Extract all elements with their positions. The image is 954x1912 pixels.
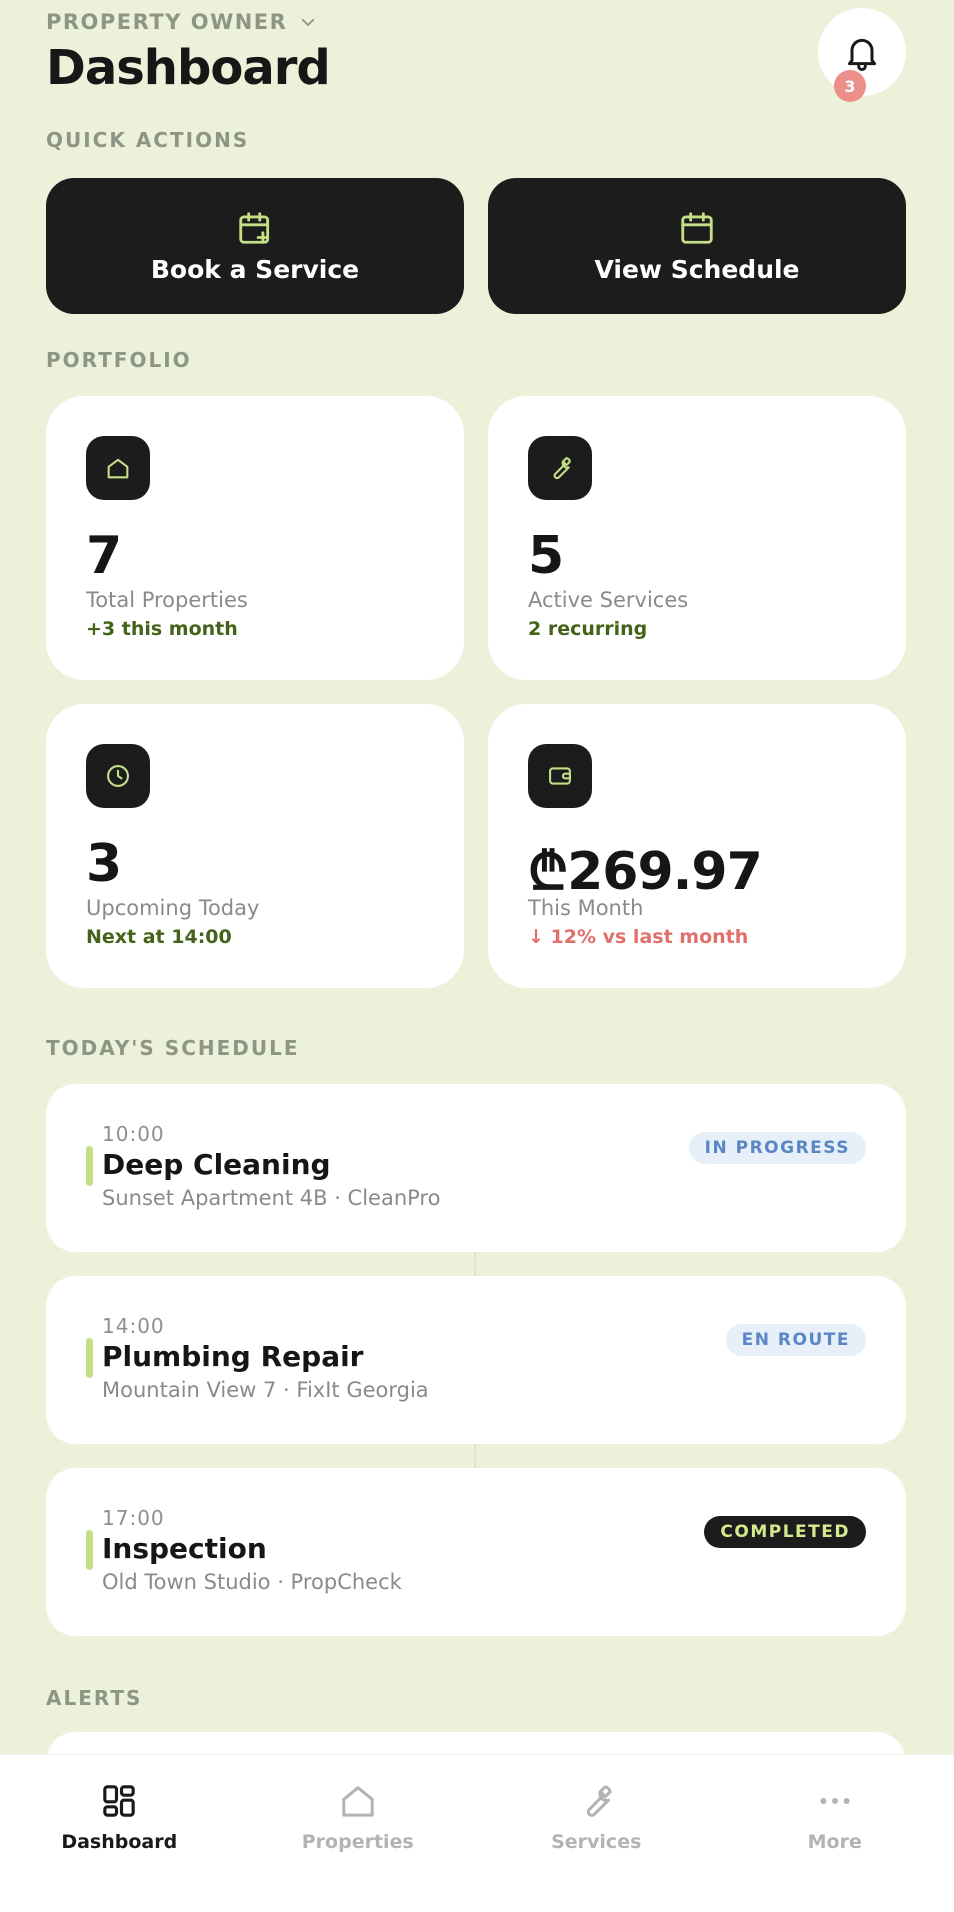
view-schedule-label: View Schedule [594, 254, 800, 284]
stat-sub: Next at 14:00 [86, 926, 232, 948]
stat-label: This Month [528, 896, 644, 920]
stat-label: Upcoming Today [86, 896, 260, 920]
page-title: Dashboard [46, 40, 331, 96]
nav-item-properties[interactable]: Properties [239, 1755, 478, 1912]
stat-icon-box [86, 744, 150, 808]
wallet-icon [549, 767, 571, 785]
nav-item-dashboard[interactable]: Dashboard [0, 1755, 239, 1912]
view-schedule-button[interactable]: View Schedule [488, 178, 906, 314]
nav-label: Properties [301, 1831, 414, 1853]
schedule-time: 17:00 [102, 1506, 165, 1530]
schedule-subtitle: Mountain View 7 · FixIt Georgia [102, 1378, 429, 1402]
book-service-button[interactable]: Book a Service [46, 178, 464, 314]
wrench-icon [553, 457, 571, 480]
role-label: PROPERTY OWNER [46, 10, 288, 34]
stat-label: Total Properties [86, 588, 248, 612]
calendar-plus-icon [239, 211, 270, 244]
schedule-subtitle: Sunset Apartment 4B · CleanPro [102, 1186, 441, 1210]
nav-item-services[interactable]: Services [477, 1755, 716, 1912]
notification-count-badge: 3 [834, 70, 866, 102]
section-label-alerts: ALERTS [46, 1686, 143, 1710]
bottom-nav: Dashboard Properties Services More [0, 1754, 954, 1912]
clock-icon [107, 765, 129, 787]
schedule-accent-bar [86, 1530, 93, 1570]
calendar-icon [681, 211, 713, 244]
book-service-label: Book a Service [150, 254, 360, 284]
wrench-icon [587, 1785, 612, 1817]
stat-card-active-services[interactable]: 5 Active Services 2 recurring [488, 396, 906, 680]
status-badge: EN ROUTE [725, 1324, 866, 1356]
home-icon [107, 458, 129, 479]
nav-label: More [807, 1831, 862, 1853]
schedule-title: Inspection [102, 1532, 267, 1565]
schedule-time: 10:00 [102, 1122, 165, 1146]
schedule-title: Deep Cleaning [102, 1148, 331, 1181]
schedule-subtitle: Old Town Studio · PropCheck [102, 1570, 402, 1594]
schedule-accent-bar [86, 1146, 93, 1186]
stat-icon-box [86, 436, 150, 500]
stat-sub: +3 this month [86, 618, 238, 640]
stat-icon-box [528, 744, 592, 808]
stat-sub: 2 recurring [528, 618, 648, 640]
dashboard-screen: PROPERTY OWNER Dashboard 3 QUICK ACTIONS… [0, 0, 954, 1912]
home-icon [342, 1786, 374, 1817]
bell-icon [848, 38, 876, 71]
schedule-time: 14:00 [102, 1314, 165, 1338]
stat-icon-box [528, 436, 592, 500]
nav-item-more[interactable]: More [716, 1755, 954, 1912]
nav-label: Dashboard [61, 1831, 178, 1853]
stat-card-upcoming-today[interactable]: 3 Upcoming Today Next at 14:00 [46, 704, 464, 988]
stat-card-total-properties[interactable]: 7 Total Properties +3 this month [46, 396, 464, 680]
header: PROPERTY OWNER Dashboard [46, 10, 331, 96]
stat-value: 3 [86, 834, 122, 894]
grid-icon [103, 1785, 135, 1817]
schedule-accent-bar [86, 1338, 93, 1378]
section-label-quick-actions: QUICK ACTIONS [46, 128, 250, 152]
stat-card-this-month[interactable]: ₾269.97 This Month ↓ 12% vs last month [488, 704, 906, 988]
section-label-portfolio: PORTFOLIO [46, 348, 192, 372]
stat-label: Active Services [528, 588, 689, 612]
status-badge: COMPLETED [704, 1516, 866, 1548]
stat-value: 5 [528, 526, 564, 586]
role-switcher[interactable]: PROPERTY OWNER [46, 10, 330, 34]
stat-sub: ↓ 12% vs last month [528, 926, 749, 948]
stat-value: 7 [86, 526, 122, 586]
chevron-down-icon [302, 18, 315, 26]
schedule-title: Plumbing Repair [102, 1340, 364, 1373]
status-badge: IN PROGRESS [688, 1132, 866, 1164]
more-icon [820, 1798, 850, 1804]
section-label-schedule: TODAY'S SCHEDULE [46, 1036, 300, 1060]
schedule-item[interactable]: 17:00 Inspection Old Town Studio · PropC… [46, 1468, 906, 1636]
schedule-item[interactable]: 10:00 Deep Cleaning Sunset Apartment 4B … [46, 1084, 906, 1252]
nav-label: Services [551, 1831, 642, 1853]
schedule-item[interactable]: 14:00 Plumbing Repair Mountain View 7 · … [46, 1276, 906, 1444]
stat-value: ₾269.97 [528, 842, 763, 902]
